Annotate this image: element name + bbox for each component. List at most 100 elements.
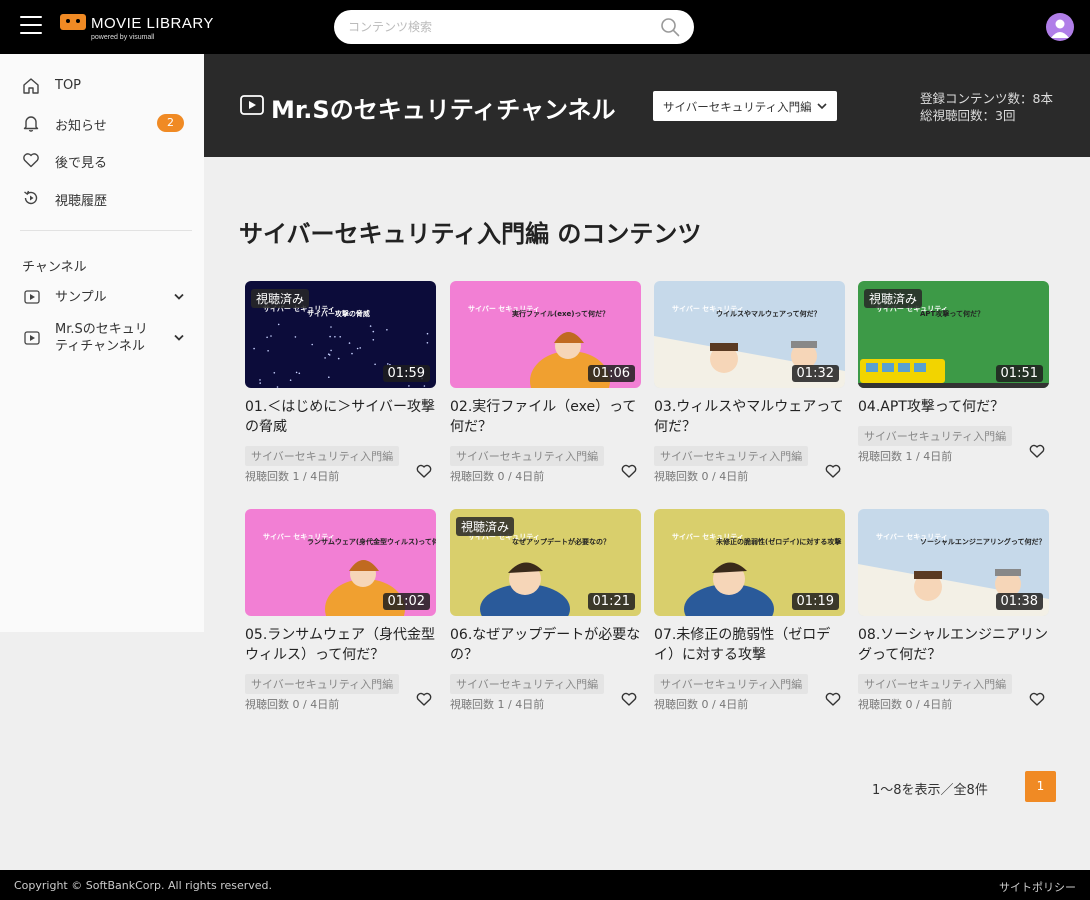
search-box xyxy=(334,10,694,44)
video-thumbnail[interactable]: サイバー セキュリティ なぜアップデートが必要なの？ 視聴済み 01:21 xyxy=(450,509,641,616)
video-title[interactable]: 04.APT攻撃って何だ？ xyxy=(858,397,1049,417)
watch-later-heart-icon[interactable] xyxy=(416,464,432,478)
video-tag[interactable]: サイバーセキュリティ入門編 xyxy=(654,674,809,694)
sidebar-item-top[interactable]: TOP xyxy=(0,68,204,104)
video-card[interactable]: サイバー セキュリティ APT攻撃って何だ？ 視聴済み 01:51 04.APT… xyxy=(858,281,1049,496)
video-tag[interactable]: サイバーセキュリティ入門編 xyxy=(858,674,1013,694)
watched-badge: 視聴済み xyxy=(251,289,310,308)
watch-later-heart-icon[interactable] xyxy=(825,692,841,706)
view-count: 視聴回数 0 xyxy=(654,698,709,711)
channel-header: Mr.Sのセキュリティチャンネル サイバーセキュリティ入門編 登録コンテンツ数：… xyxy=(204,54,1090,157)
video-card[interactable]: サイバー セキュリティ ランサムウェア(身代金型ウィルス)って何だ？ 01:02… xyxy=(245,509,436,724)
thumbnail-caption: 未修正の脆弱性(ゼロデイ)に対する攻撃 xyxy=(716,537,841,546)
video-title[interactable]: 05.ランサムウェア（身代金型ウィルス）って何だ？ xyxy=(245,625,436,665)
logo-subtext: powered by visumall xyxy=(91,34,155,41)
chevron-down-icon[interactable] xyxy=(174,293,184,301)
page-button-1[interactable]: 1 xyxy=(1025,771,1056,802)
sidebar-item-news[interactable]: お知らせ 2 xyxy=(0,105,204,141)
search-icon[interactable] xyxy=(660,17,680,37)
history-icon xyxy=(24,190,38,205)
watch-later-heart-icon[interactable] xyxy=(1029,692,1045,706)
video-duration: 01:21 xyxy=(587,593,635,610)
video-thumbnail[interactable]: サイバー セキュリティ 実行ファイル(exe)って何だ？ 01:06 xyxy=(450,281,641,388)
video-tag[interactable]: サイバーセキュリティ入門編 xyxy=(450,674,605,694)
thumbnail-caption: なぜアップデートが必要なの？ xyxy=(512,537,610,546)
video-thumbnail[interactable]: サイバー セキュリティ APT攻撃って何だ？ 視聴済み 01:51 xyxy=(858,281,1049,388)
sidebar-item-watch-later[interactable]: 後で見る xyxy=(0,142,204,178)
sidebar-channel-mrs[interactable]: Mr.Sのセキュリティチャンネル xyxy=(0,320,204,356)
sidebar-channel-sample[interactable]: サンプル xyxy=(0,286,204,310)
video-thumbnail[interactable]: サイバー セキュリティ ウイルスやマルウェアって何だ？ 01:32 xyxy=(654,281,845,388)
sidebar-item-label: 後で見る xyxy=(55,156,108,171)
video-meta: 視聴回数 1 / 4日前 xyxy=(450,696,544,712)
menu-icon[interactable] xyxy=(20,16,42,34)
video-thumbnail[interactable]: サイバー セキュリティ 未修正の脆弱性(ゼロデイ)に対する攻撃 01:19 xyxy=(654,509,845,616)
logo-icon xyxy=(60,14,86,30)
sidebar-item-label: TOP xyxy=(55,78,82,93)
thumbnail-caption: サイバー攻撃の脅威 xyxy=(307,309,370,318)
playlist-select[interactable]: サイバーセキュリティ入門編 xyxy=(653,91,837,121)
video-meta: 視聴回数 0 / 4日前 xyxy=(450,468,544,484)
video-duration: 01:32 xyxy=(791,365,839,382)
video-thumbnail[interactable]: サイバー セキュリティ サイバー攻撃の脅威 視聴済み 01:59 xyxy=(245,281,436,388)
video-title[interactable]: 07.未修正の脆弱性（ゼロデイ）に対する攻撃 xyxy=(654,625,845,665)
watched-badge: 視聴済み xyxy=(456,517,515,536)
video-card[interactable]: サイバー セキュリティ サイバー攻撃の脅威 視聴済み 01:59 01.＜はじめ… xyxy=(245,281,436,496)
video-title[interactable]: 08.ソーシャルエンジニアリングって何だ？ xyxy=(858,625,1049,665)
view-count: 視聴回数 0 xyxy=(858,698,913,711)
video-tag[interactable]: サイバーセキュリティ入門編 xyxy=(245,446,400,466)
video-age: 4日前 xyxy=(515,470,545,483)
thumbnail-caption: ソーシャルエンジニアリングって何だ？ xyxy=(920,537,1046,546)
video-tag[interactable]: サイバーセキュリティ入門編 xyxy=(858,426,1013,446)
video-card[interactable]: サイバー セキュリティ 未修正の脆弱性(ゼロデイ)に対する攻撃 01:19 07… xyxy=(654,509,845,724)
video-card[interactable]: サイバー セキュリティ ソーシャルエンジニアリングって何だ？ 01:38 08.… xyxy=(858,509,1049,724)
watch-later-heart-icon[interactable] xyxy=(416,692,432,706)
video-tag[interactable]: サイバーセキュリティ入門編 xyxy=(450,446,605,466)
home-icon xyxy=(23,78,39,94)
sidebar-channel-label: Mr.Sのセキュリティチャンネル xyxy=(55,322,148,354)
video-age: 4日前 xyxy=(719,470,749,483)
meta-separator: / xyxy=(504,470,516,483)
video-meta: 視聴回数 1 / 4日前 xyxy=(245,468,339,484)
video-meta: 視聴回数 0 / 4日前 xyxy=(654,696,748,712)
footer: Copyright © SoftBankCorp. All rights res… xyxy=(0,870,1090,900)
view-count: 視聴回数 0 xyxy=(450,470,505,483)
video-tag[interactable]: サイバーセキュリティ入門編 xyxy=(245,674,400,694)
avatar[interactable] xyxy=(1046,13,1074,41)
sidebar-channel-label: サンプル xyxy=(55,290,107,305)
video-thumbnail[interactable]: サイバー セキュリティ ソーシャルエンジニアリングって何だ？ 01:38 xyxy=(858,509,1049,616)
video-duration: 01:38 xyxy=(995,593,1043,610)
video-age: 4日前 xyxy=(923,698,953,711)
channel-title: Mr.Sのセキュリティチャンネル xyxy=(271,96,616,124)
view-count: 視聴回数 1 xyxy=(245,470,300,483)
meta-separator: / xyxy=(299,470,311,483)
view-count: 視聴回数 1 xyxy=(450,698,505,711)
watch-later-heart-icon[interactable] xyxy=(621,692,637,706)
video-age: 4日前 xyxy=(310,698,340,711)
user-icon xyxy=(1051,19,1069,38)
site-policy-link[interactable]: サイトポリシー xyxy=(999,879,1076,895)
watch-later-heart-icon[interactable] xyxy=(621,464,637,478)
video-title[interactable]: 02.実行ファイル（exe）って何だ？ xyxy=(450,397,641,437)
video-card[interactable]: サイバー セキュリティ 実行ファイル(exe)って何だ？ 01:06 02.実行… xyxy=(450,281,641,496)
video-title[interactable]: 03.ウィルスやマルウェアって何だ？ xyxy=(654,397,845,437)
copyright: Copyright © SoftBankCorp. All rights res… xyxy=(14,879,273,892)
total-views: 総視聴回数：3回 xyxy=(920,108,1016,123)
watch-later-heart-icon[interactable] xyxy=(1029,444,1045,458)
video-card[interactable]: サイバー セキュリティ なぜアップデートが必要なの？ 視聴済み 01:21 06… xyxy=(450,509,641,724)
search-input[interactable] xyxy=(348,18,648,36)
watch-later-heart-icon[interactable] xyxy=(825,464,841,478)
notification-badge: 2 xyxy=(157,114,184,132)
video-meta: 視聴回数 0 / 4日前 xyxy=(245,696,339,712)
meta-separator: / xyxy=(912,450,924,463)
video-age: 4日前 xyxy=(719,698,749,711)
video-tag[interactable]: サイバーセキュリティ入門編 xyxy=(654,446,809,466)
video-title[interactable]: 01.＜はじめに＞サイバー攻撃の脅威 xyxy=(245,397,436,437)
sidebar-item-history[interactable]: 視聴履歴 xyxy=(0,180,204,216)
play-icon xyxy=(24,331,40,345)
video-duration: 01:59 xyxy=(382,365,430,382)
video-card[interactable]: サイバー セキュリティ ウイルスやマルウェアって何だ？ 01:32 03.ウィル… xyxy=(654,281,845,496)
video-thumbnail[interactable]: サイバー セキュリティ ランサムウェア(身代金型ウィルス)って何だ？ 01:02 xyxy=(245,509,436,616)
chevron-down-icon[interactable] xyxy=(174,334,184,342)
video-title[interactable]: 06.なぜアップデートが必要なの？ xyxy=(450,625,641,665)
